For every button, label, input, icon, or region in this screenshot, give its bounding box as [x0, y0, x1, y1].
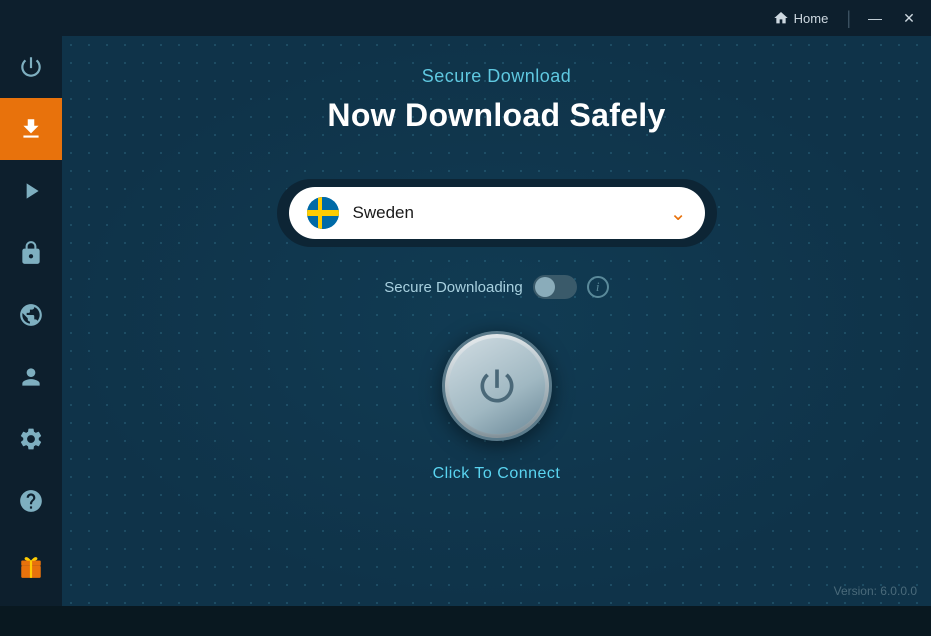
titlebar: Home | — ✕ [0, 0, 931, 36]
sidebar-item-lock[interactable] [0, 222, 62, 284]
user-icon [18, 364, 44, 390]
close-button[interactable]: ✕ [895, 4, 923, 32]
home-label: Home [794, 11, 829, 26]
settings-icon [18, 426, 44, 452]
country-selector-wrap: Sweden ⌄ [277, 179, 717, 247]
toggle-row: Secure Downloading i [384, 275, 608, 299]
power-svg [475, 364, 519, 408]
sidebar-item-user[interactable] [0, 346, 62, 408]
main-title: Now Download Safely [327, 97, 665, 134]
connect-power-button[interactable] [442, 331, 552, 441]
sidebar-item-download[interactable] [0, 98, 62, 160]
download-icon [18, 116, 44, 142]
secure-downloading-toggle[interactable] [533, 275, 577, 299]
version-footer: Version: 6.0.0.0 [834, 584, 917, 598]
close-icon: ✕ [903, 10, 915, 27]
minimize-button[interactable]: — [861, 4, 889, 32]
power-button-icon [475, 364, 519, 408]
sidebar-item-power[interactable] [0, 36, 62, 98]
titlebar-nav: Home | — ✕ [765, 4, 923, 32]
country-flag [307, 197, 339, 229]
status-bar [0, 606, 931, 636]
country-selector[interactable]: Sweden ⌄ [289, 187, 705, 239]
play-icon [18, 178, 44, 204]
sidebar-item-help[interactable] [0, 470, 62, 532]
home-icon [773, 10, 789, 26]
sidebar-item-gift[interactable] [0, 536, 62, 598]
content-inner: Secure Download Now Download Safely Swed… [62, 36, 931, 483]
power-button-wrap [442, 331, 552, 441]
ip-icon [18, 302, 44, 328]
app-body: Secure Download Now Download Safely Swed… [0, 36, 931, 606]
titlebar-separator: | [846, 8, 851, 29]
lock-icon [18, 240, 44, 266]
sidebar-item-settings[interactable] [0, 408, 62, 470]
sidebar-item-ip[interactable] [0, 284, 62, 346]
click-to-connect-label[interactable]: Click To Connect [433, 465, 561, 483]
info-icon[interactable]: i [587, 276, 609, 298]
home-button[interactable]: Home [765, 6, 837, 30]
subtitle: Secure Download [422, 66, 572, 87]
chevron-down-icon: ⌄ [670, 201, 687, 226]
power-icon [18, 54, 44, 80]
main-content: Secure Download Now Download Safely Swed… [62, 36, 931, 606]
help-icon [18, 488, 44, 514]
country-name: Sweden [353, 203, 670, 223]
sidebar [0, 36, 62, 606]
minimize-icon: — [868, 10, 882, 26]
version-text: Version: 6.0.0.0 [834, 584, 917, 598]
sidebar-item-play[interactable] [0, 160, 62, 222]
sweden-flag [307, 197, 339, 229]
secure-downloading-label: Secure Downloading [384, 279, 522, 296]
gift-icon [18, 554, 44, 580]
